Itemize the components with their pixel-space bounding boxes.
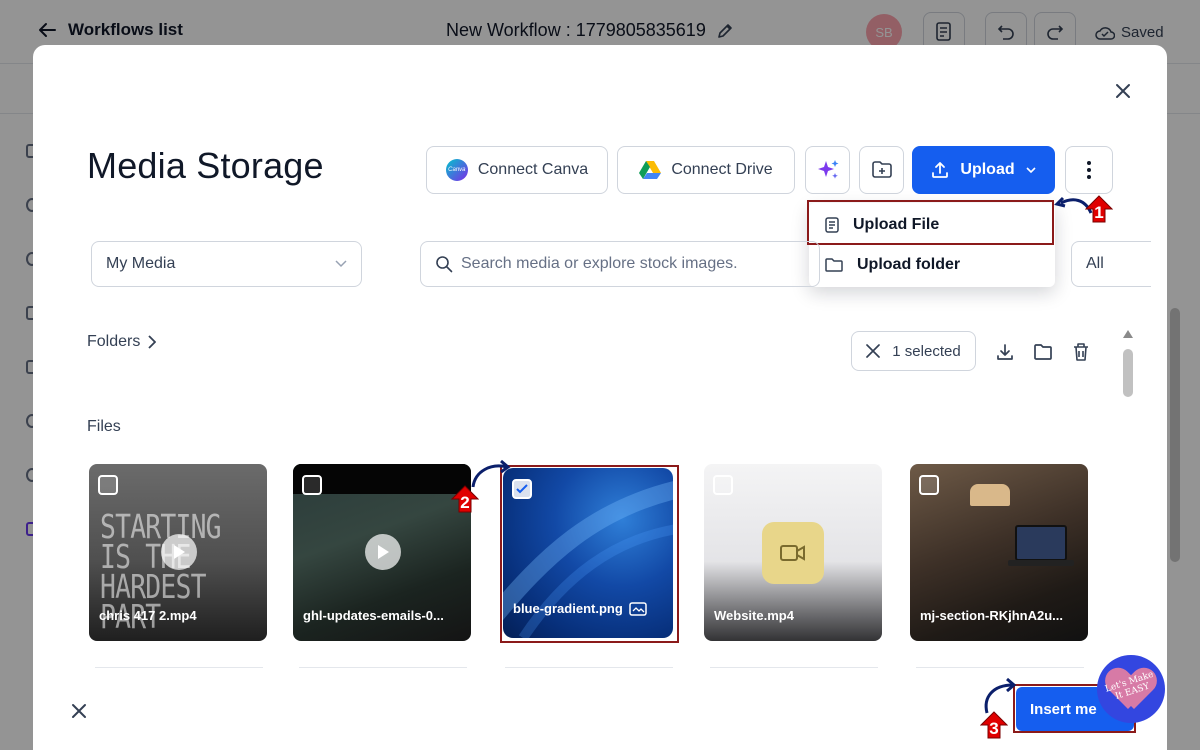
file-card[interactable]: mj-section-RKjhnA2u... [910,464,1088,641]
move-to-folder-button[interactable] [1031,340,1055,364]
step-number: 2 [460,493,470,512]
chevron-down-icon [335,260,347,268]
step-number: 3 [989,719,999,738]
upload-icon [932,162,949,178]
file-checkbox[interactable] [919,475,939,495]
footer-close-button[interactable] [67,699,91,723]
trash-icon [1074,343,1088,361]
folder-icon [825,258,843,272]
download-icon [997,344,1013,360]
ai-generate-button[interactable] [805,146,850,194]
laptop-thumbnail-shape [1008,525,1074,566]
thumbnail-lamp-shape [970,484,1010,506]
modal-close-button[interactable] [1111,79,1135,103]
folder-plus-icon [871,161,892,178]
watermark-logo: Let's Make It EASY [1097,655,1165,723]
file-name: ghl-updates-emails-0... [303,608,444,623]
annotation-step-2-badge: 2 [451,485,479,513]
type-filter-select[interactable]: All [1071,241,1151,287]
modal-scrollbar-thumb[interactable] [1123,349,1133,397]
connect-canva-button[interactable]: Canva Connect Canva [426,146,608,194]
next-row-card-edge [916,667,1084,671]
play-icon [365,534,401,570]
close-icon [72,704,86,718]
connect-drive-button[interactable]: Connect Drive [617,146,795,194]
file-card[interactable]: ghl-updates-emails-0... [293,464,471,641]
next-row-card-edge [710,667,878,671]
download-button[interactable] [993,340,1017,364]
new-folder-button[interactable] [859,146,904,194]
upload-button[interactable]: Upload [912,146,1055,194]
search-icon [436,256,453,273]
annotation-highlight-selected-file [500,465,679,643]
annotation-step-1-badge: 1 [1085,195,1113,223]
search-bar[interactable] [420,241,820,287]
file-checkbox[interactable] [302,475,322,495]
folders-toggle[interactable]: Folders [87,333,157,351]
next-row-card-edge [95,667,263,671]
more-vertical-icon [1087,161,1091,179]
media-storage-modal: Media Storage Canva Connect Canva Connec… [33,45,1167,750]
file-checkbox[interactable] [98,475,118,495]
type-filter-value: All [1086,255,1104,272]
folders-label: Folders [87,333,141,350]
selection-count: 1 selected [892,342,961,360]
upload-label: Upload [960,161,1015,178]
more-options-button[interactable] [1065,146,1113,194]
file-name: mj-section-RKjhnA2u... [920,608,1064,623]
page-title: Media Storage [87,145,324,186]
folder-icon [1034,344,1052,360]
file-card[interactable]: Website.mp4 [704,464,882,641]
next-row-card-edge [299,667,467,671]
sparkles-icon [817,160,838,179]
media-source-select[interactable]: My Media [91,241,362,287]
close-icon [1116,84,1130,98]
canva-logo-icon: Canva [445,159,468,181]
clear-selection-button[interactable]: 1 selected [851,331,976,371]
menu-item-upload-folder[interactable]: Upload folder [809,245,1055,285]
files-section-label: Files [87,418,121,435]
step-number: 1 [1094,203,1104,222]
file-name: Website.mp4 [714,608,794,623]
chevron-right-icon [148,335,157,349]
canva-logo-text: Canva [448,167,466,173]
annotation-highlight-upload-file [807,200,1054,245]
delete-button[interactable] [1069,340,1093,364]
annotation-step-3-badge: 3 [980,711,1008,739]
file-name: chris 417 2.mp4 [99,608,197,623]
media-source-value: My Media [106,255,176,272]
file-card[interactable]: STARTING IS THE HARDEST PART chris 417 2… [89,464,267,641]
scroll-up-arrow-icon[interactable] [1122,329,1134,339]
close-icon [866,344,881,358]
next-row-card-edge [505,667,673,671]
search-input[interactable] [461,255,781,273]
google-drive-icon [639,161,662,179]
menu-item-label: Upload folder [857,256,961,273]
connect-drive-label: Connect Drive [671,161,773,178]
video-file-icon [762,522,824,584]
file-checkbox[interactable] [713,475,733,495]
connect-canva-label: Connect Canva [477,161,589,178]
play-icon [161,534,197,570]
chevron-down-icon [1026,167,1036,174]
